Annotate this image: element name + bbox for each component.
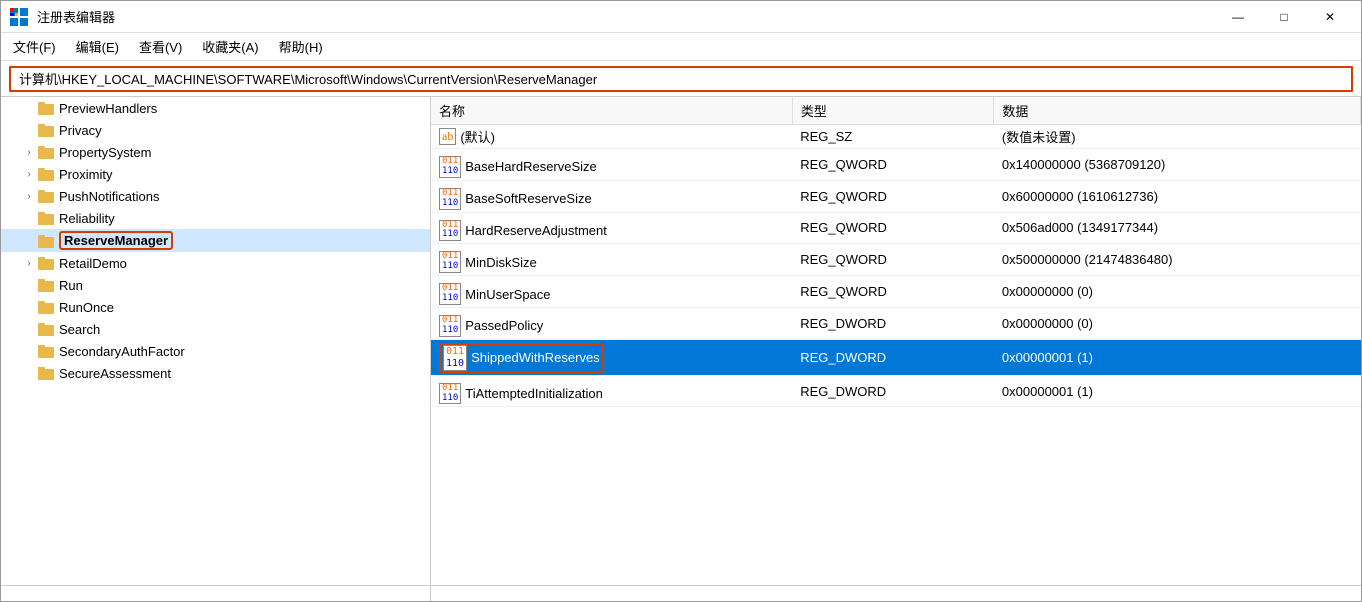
- col-type: 类型: [792, 97, 994, 125]
- tree-item-privacy[interactable]: Privacy: [1, 119, 430, 141]
- folder-icon: [37, 365, 55, 381]
- expand-icon: [21, 343, 37, 359]
- col-data: 数据: [994, 97, 1361, 125]
- values-pane: 名称 类型 数据 ab (默认) REG_SZ(数值未设置) 011110 Ba…: [431, 97, 1361, 585]
- menu-help[interactable]: 帮助(H): [271, 35, 331, 58]
- tree-item-reservemanager[interactable]: ReserveManager: [1, 229, 430, 252]
- menu-view[interactable]: 查看(V): [131, 35, 190, 58]
- tree-label: Privacy: [59, 123, 102, 138]
- folder-icon: [37, 321, 55, 337]
- tree-label: PushNotifications: [59, 189, 159, 204]
- expand-icon: ›: [21, 188, 37, 204]
- tree-label: ReserveManager: [64, 233, 168, 248]
- table-row[interactable]: 011110 BaseHardReserveSize REG_QWORD0x14…: [431, 149, 1361, 181]
- tree-label: RunOnce: [59, 300, 114, 315]
- expand-icon: [21, 122, 37, 138]
- app-icon: [9, 7, 29, 27]
- tree-label: Run: [59, 278, 83, 293]
- table-row[interactable]: ab (默认) REG_SZ(数值未设置): [431, 125, 1361, 149]
- expand-icon: ›: [21, 255, 37, 271]
- expand-icon: [21, 321, 37, 337]
- folder-icon: [37, 277, 55, 293]
- tree-item-proximity[interactable]: › Proximity: [1, 163, 430, 185]
- tree-label: SecureAssessment: [59, 366, 171, 381]
- table-row[interactable]: 011110 ShippedWithReserves REG_DWORD0x00…: [431, 339, 1361, 375]
- tree-item-search[interactable]: Search: [1, 318, 430, 340]
- expand-icon: [21, 299, 37, 315]
- address-bar: [1, 61, 1361, 97]
- window-title: 注册表编辑器: [37, 7, 1215, 26]
- values-hscroll[interactable]: [431, 586, 1361, 601]
- folder-icon: [37, 144, 55, 160]
- table-row[interactable]: 011110 PassedPolicy REG_DWORD0x00000000 …: [431, 307, 1361, 339]
- expand-icon: [21, 100, 37, 116]
- title-bar: 注册表编辑器 — □ ✕: [1, 1, 1361, 33]
- folder-icon: [37, 188, 55, 204]
- tree-item-retaildemo[interactable]: › RetailDemo: [1, 252, 430, 274]
- registry-table[interactable]: 名称 类型 数据 ab (默认) REG_SZ(数值未设置) 011110 Ba…: [431, 97, 1361, 585]
- registry-editor-window: 注册表编辑器 — □ ✕ 文件(F) 编辑(E) 查看(V) 收藏夹(A) 帮助…: [0, 0, 1362, 602]
- tree-item-pushnotifications[interactable]: › PushNotifications: [1, 185, 430, 207]
- tree-item-previewhandlers[interactable]: PreviewHandlers: [1, 97, 430, 119]
- folder-icon: [37, 299, 55, 315]
- folder-icon: [37, 233, 55, 249]
- tree-item-reliability[interactable]: Reliability: [1, 207, 430, 229]
- main-content: PreviewHandlers Privacy › PropertyS: [1, 97, 1361, 585]
- expand-icon: [21, 277, 37, 293]
- minimize-button[interactable]: —: [1215, 1, 1261, 33]
- folder-icon: [37, 210, 55, 226]
- tree-label: Reliability: [59, 211, 115, 226]
- menu-file[interactable]: 文件(F): [5, 35, 64, 58]
- bottom-scroll: [1, 585, 1361, 601]
- table-row[interactable]: 011110 HardReserveAdjustment REG_QWORD0x…: [431, 212, 1361, 244]
- folder-icon: [37, 100, 55, 116]
- address-input[interactable]: [9, 66, 1353, 92]
- expand-icon: [21, 210, 37, 226]
- tree-scroll[interactable]: PreviewHandlers Privacy › PropertyS: [1, 97, 430, 585]
- folder-icon: [37, 122, 55, 138]
- menu-edit[interactable]: 编辑(E): [68, 35, 127, 58]
- tree-item-propertysystem[interactable]: › PropertySystem: [1, 141, 430, 163]
- tree-label: Search: [59, 322, 100, 337]
- folder-icon: [37, 166, 55, 182]
- tree-label: PreviewHandlers: [59, 101, 157, 116]
- tree-item-secondaryauthfactor[interactable]: SecondaryAuthFactor: [1, 340, 430, 362]
- tree-hscroll[interactable]: [1, 586, 431, 601]
- table-row[interactable]: 011110 MinUserSpace REG_QWORD0x00000000 …: [431, 276, 1361, 308]
- maximize-button[interactable]: □: [1261, 1, 1307, 33]
- tree-item-secureassessment[interactable]: SecureAssessment: [1, 362, 430, 384]
- menu-bar: 文件(F) 编辑(E) 查看(V) 收藏夹(A) 帮助(H): [1, 33, 1361, 61]
- tree-label: Proximity: [59, 167, 112, 182]
- expand-icon: [21, 365, 37, 381]
- tree-pane: PreviewHandlers Privacy › PropertyS: [1, 97, 431, 585]
- col-name: 名称: [431, 97, 792, 125]
- expand-icon: ›: [21, 166, 37, 182]
- table-row[interactable]: 011110 MinDiskSize REG_QWORD0x500000000 …: [431, 244, 1361, 276]
- folder-icon: [37, 255, 55, 271]
- tree-item-run[interactable]: Run: [1, 274, 430, 296]
- expand-icon: ›: [21, 144, 37, 160]
- tree-label: PropertySystem: [59, 145, 151, 160]
- table-row[interactable]: 011110 TiAttemptedInitialization REG_DWO…: [431, 375, 1361, 407]
- close-button[interactable]: ✕: [1307, 1, 1353, 33]
- window-controls: — □ ✕: [1215, 1, 1353, 33]
- tree-item-runonce[interactable]: RunOnce: [1, 296, 430, 318]
- menu-favorites[interactable]: 收藏夹(A): [194, 35, 266, 58]
- folder-icon: [37, 343, 55, 359]
- tree-label: SecondaryAuthFactor: [59, 344, 185, 359]
- tree-label: RetailDemo: [59, 256, 127, 271]
- table-row[interactable]: 011110 BaseSoftReserveSize REG_QWORD0x60…: [431, 180, 1361, 212]
- expand-icon: [21, 233, 37, 249]
